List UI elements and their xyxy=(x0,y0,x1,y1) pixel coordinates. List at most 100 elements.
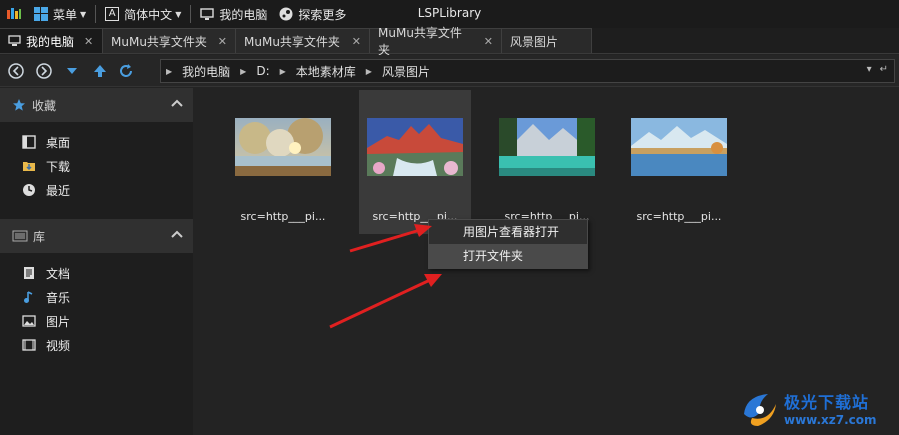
chevron-up-icon[interactable] xyxy=(171,98,183,108)
favorites-title: 收藏 xyxy=(32,98,57,113)
close-icon[interactable]: ✕ xyxy=(484,35,493,48)
language-icon: A xyxy=(105,7,120,21)
breadcrumb-arrow-icon: ▶ xyxy=(365,66,372,76)
app-logo-icon xyxy=(7,8,21,19)
picture-icon xyxy=(22,314,36,328)
sidebar: 收藏 桌面 下载 最近 库 文档 音乐 图片 视频 xyxy=(0,88,193,435)
watermark: 极光下载站 www.xz7.com xyxy=(738,382,898,434)
breadcrumb-drive-d[interactable]: D: xyxy=(251,64,274,78)
steam-icon xyxy=(279,7,293,21)
document-icon xyxy=(22,266,36,280)
refresh-button[interactable] xyxy=(114,59,138,83)
clock-icon xyxy=(22,183,36,197)
file-item[interactable]: src=http___pi... xyxy=(227,90,339,234)
file-thumbnail xyxy=(499,118,595,176)
address-go-icon[interactable]: ↵ xyxy=(880,64,888,75)
breadcrumb-arrow-icon: ▶ xyxy=(240,66,247,76)
language-button[interactable]: A 简体中文 ▼ xyxy=(99,0,187,28)
tab-mypc[interactable]: 我的电脑 ✕ xyxy=(0,28,103,53)
sidebar-item-label: 下载 xyxy=(46,159,71,174)
back-icon xyxy=(8,62,24,79)
monitor-icon xyxy=(200,7,215,20)
file-item[interactable]: src=http___pi... xyxy=(623,90,735,234)
sidebar-item-downloads[interactable]: 下载 xyxy=(0,154,193,178)
refresh-icon xyxy=(120,63,132,77)
open-with-viewer-menu-item[interactable]: 用图片查看器打开 xyxy=(429,220,587,244)
sidebar-item-label: 桌面 xyxy=(46,135,71,150)
menu-button[interactable]: 菜单 ▼ xyxy=(28,0,92,28)
explore-label: 探索更多 xyxy=(298,7,347,22)
open-folder-menu-item[interactable]: 打开文件夹 xyxy=(429,244,587,268)
favorites-header[interactable]: 收藏 xyxy=(0,88,193,122)
history-dropdown[interactable] xyxy=(60,59,84,83)
watermark-logo-icon xyxy=(744,394,776,426)
file-thumbnail xyxy=(367,118,463,176)
sidebar-item-music[interactable]: 音乐 xyxy=(0,285,193,309)
file-thumbnail xyxy=(235,118,331,176)
sidebar-item-label: 最近 xyxy=(46,183,71,198)
file-label: src=http___pi... xyxy=(636,210,722,223)
sidebar-item-desktop[interactable]: 桌面 xyxy=(0,130,193,154)
context-menu: 用图片查看器打开 打开文件夹 xyxy=(428,219,588,269)
sidebar-item-videos[interactable]: 视频 xyxy=(0,333,193,357)
library-header[interactable]: 库 xyxy=(0,219,193,253)
tab-label: MuMu共享文件夹 xyxy=(244,34,340,49)
tab-mumu-shared-1[interactable]: MuMu共享文件夹 ✕ xyxy=(103,28,236,53)
explore-button[interactable]: 探索更多 xyxy=(273,0,352,28)
tab-label: 风景图片 xyxy=(510,34,559,49)
mypc-label: 我的电脑 xyxy=(219,7,268,22)
sidebar-item-label: 文档 xyxy=(46,266,71,281)
tab-mumu-shared-3[interactable]: MuMu共享文件夹 ✕ xyxy=(370,26,502,57)
library-title: 库 xyxy=(33,229,46,244)
forward-button[interactable] xyxy=(32,59,56,83)
sidebar-item-label: 视频 xyxy=(46,338,71,353)
back-button[interactable] xyxy=(4,59,28,83)
close-icon[interactable]: ✕ xyxy=(84,35,93,48)
desktop-icon xyxy=(22,135,36,149)
windows-icon xyxy=(34,7,48,21)
address-dropdown-icon[interactable]: ▾ xyxy=(867,64,872,75)
tab-bar: 我的电脑 ✕ MuMu共享文件夹 ✕ MuMu共享文件夹 ✕ MuMu共享文件夹… xyxy=(0,26,899,57)
address-bar[interactable]: ▶ 我的电脑 ▶ D: ▶ 本地素材库 ▶ 风景图片 ▾ ↵ xyxy=(160,59,895,83)
tab-label: 我的电脑 xyxy=(26,34,75,49)
mypc-button[interactable]: 我的电脑 xyxy=(194,0,273,28)
close-icon[interactable]: ✕ xyxy=(352,35,361,48)
up-button[interactable] xyxy=(88,59,112,83)
menu-label: 菜单 xyxy=(53,7,78,22)
address-actions: ▾ ↵ xyxy=(867,64,888,75)
breadcrumb-landscape[interactable]: 风景图片 xyxy=(377,63,435,80)
file-item-selected[interactable]: src=http___pi... xyxy=(359,90,471,234)
divider xyxy=(95,5,97,23)
library-icon xyxy=(12,230,28,242)
sidebar-item-pictures[interactable]: 图片 xyxy=(0,309,193,333)
breadcrumb-arrow-icon: ▶ xyxy=(166,66,173,76)
breadcrumb-local-library[interactable]: 本地素材库 xyxy=(291,63,361,80)
close-icon[interactable]: ✕ xyxy=(218,35,227,48)
star-icon xyxy=(13,99,25,111)
chevron-down-icon: ▼ xyxy=(80,9,87,19)
navigation-bar: ▶ 我的电脑 ▶ D: ▶ 本地素材库 ▶ 风景图片 ▾ ↵ xyxy=(0,55,899,87)
tab-label: MuMu共享文件夹 xyxy=(378,26,462,57)
breadcrumb-arrow-icon: ▶ xyxy=(279,66,286,76)
file-thumbnail xyxy=(631,118,727,176)
sidebar-item-documents[interactable]: 文档 xyxy=(0,261,193,285)
music-note-icon xyxy=(22,290,36,304)
language-label: 简体中文 xyxy=(124,7,173,22)
app-logo[interactable] xyxy=(0,0,28,28)
download-folder-icon xyxy=(22,159,36,173)
tab-landscape[interactable]: 风景图片 xyxy=(502,28,592,53)
tab-mumu-shared-2[interactable]: MuMu共享文件夹 ✕ xyxy=(236,28,370,53)
sidebar-item-recent[interactable]: 最近 xyxy=(0,178,193,202)
chevron-down-icon xyxy=(67,67,77,74)
forward-icon xyxy=(36,62,52,79)
watermark-url: www.xz7.com xyxy=(784,413,877,427)
chevron-down-icon: ▼ xyxy=(175,9,182,19)
file-item[interactable]: src=http___pi... xyxy=(491,90,603,234)
divider xyxy=(190,5,192,23)
file-label: src=http___pi... xyxy=(240,210,326,223)
chevron-up-icon[interactable] xyxy=(171,229,183,239)
breadcrumb-mypc[interactable]: 我的电脑 xyxy=(177,63,235,80)
up-arrow-icon xyxy=(94,64,106,77)
monitor-icon xyxy=(8,35,21,46)
film-icon xyxy=(22,338,36,352)
